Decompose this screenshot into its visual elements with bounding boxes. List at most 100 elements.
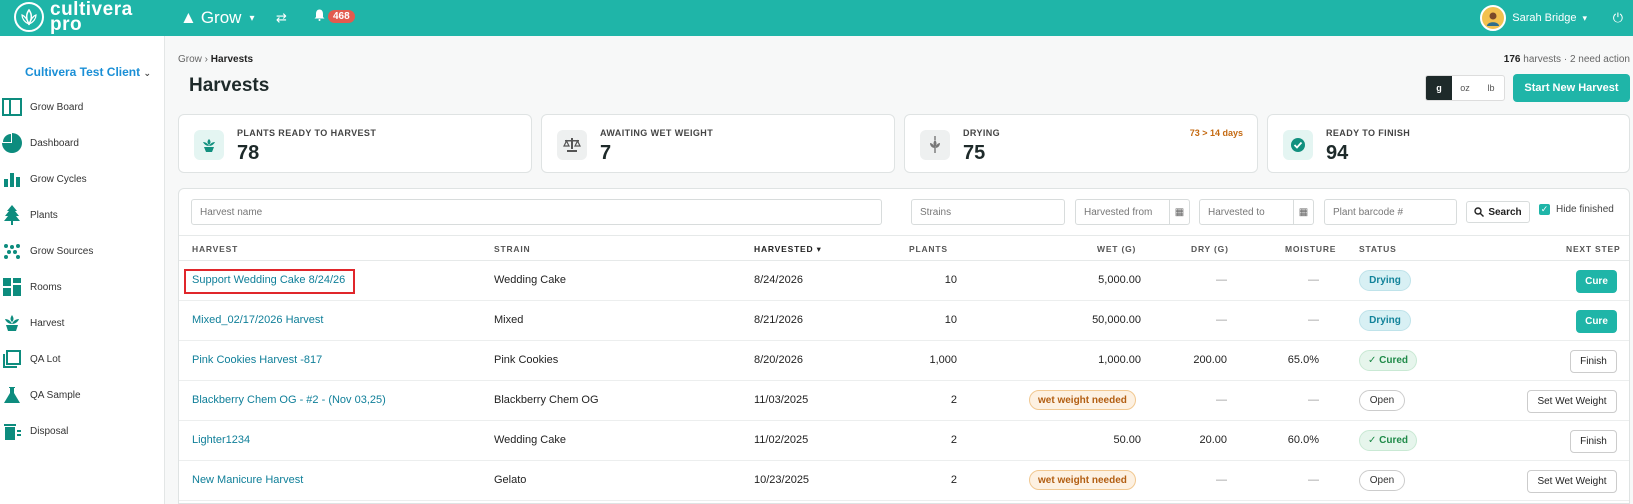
harvest-name-link[interactable]: Lighter1234 xyxy=(192,434,250,446)
strains-select[interactable]: Strains xyxy=(911,199,1065,225)
finish-button[interactable]: Finish xyxy=(1570,350,1617,373)
client-selector[interactable]: Cultivera Test Client ⌄ xyxy=(25,65,151,79)
plants-cell: 2 xyxy=(950,474,957,486)
harvested-to-input[interactable]: Harvested to ▦ xyxy=(1199,199,1314,225)
set-wet-weight-button[interactable]: Set Wet Weight xyxy=(1527,390,1617,413)
calendar-icon[interactable]: ▦ xyxy=(1293,200,1313,224)
col-harvested-label: HARVESTED xyxy=(754,244,814,254)
col-moisture[interactable]: MOISTURE xyxy=(1285,244,1336,254)
cure-button[interactable]: Cure xyxy=(1576,310,1617,333)
card-ready-to-finish[interactable]: READY TO FINISH 94 xyxy=(1267,114,1630,173)
moisture-cell: — xyxy=(1308,394,1319,406)
table-row[interactable]: Support Wedding Cake 8/24/26 Wedding Cak… xyxy=(179,261,1629,301)
table-row[interactable]: New Manicure Harvest Gelato 10/23/2025 2… xyxy=(179,461,1629,501)
hanging-plant-icon xyxy=(920,130,950,160)
hide-finished-toggle[interactable]: ✓ Hide finished xyxy=(1539,204,1614,215)
dry-cell: 20.00 xyxy=(1199,434,1227,446)
sidebar-item-qa-lot[interactable]: QA Lot xyxy=(0,346,165,372)
trash-icon xyxy=(2,421,22,441)
table-row[interactable]: Lighter1234 Wedding Cake 11/02/2025 2 50… xyxy=(179,421,1629,461)
sidebar-item-qa-sample[interactable]: QA Sample xyxy=(0,382,165,408)
dry-cell: — xyxy=(1216,274,1227,286)
start-new-harvest-button[interactable]: Start New Harvest xyxy=(1513,74,1630,102)
strain-cell: Gelato xyxy=(494,474,527,486)
wet-cell: 1,000.00 xyxy=(1098,354,1141,366)
harvested-from-input[interactable]: Harvested from ▦ xyxy=(1075,199,1190,225)
search-button[interactable]: Search xyxy=(1466,201,1530,223)
sidebar-item-harvest[interactable]: Harvest xyxy=(0,310,165,336)
dry-cell: — xyxy=(1216,314,1227,326)
col-status[interactable]: STATUS xyxy=(1359,244,1397,254)
sidebar-item-grow-board[interactable]: Grow Board xyxy=(0,94,165,120)
sidebar-item-grow-sources[interactable]: Grow Sources xyxy=(0,238,165,264)
col-plants[interactable]: PLANTS xyxy=(909,244,948,254)
pie-chart-icon xyxy=(2,133,22,153)
card-awaiting-wet-weight[interactable]: AWAITING WET WEIGHT 7 xyxy=(541,114,895,173)
seeds-icon xyxy=(2,241,22,261)
harvested-cell: 8/24/2026 xyxy=(754,274,803,286)
col-dry[interactable]: DRY (G) xyxy=(1191,244,1229,254)
harvest-name-placeholder: Harvest name xyxy=(200,206,263,218)
dry-cell: 200.00 xyxy=(1193,354,1227,366)
cure-button[interactable]: Cure xyxy=(1576,270,1617,293)
logo[interactable]: cultivera pro xyxy=(14,0,133,34)
sidebar-item-label: Dashboard xyxy=(30,137,79,149)
harvest-name-input[interactable]: Harvest name xyxy=(191,199,882,225)
breadcrumb-parent[interactable]: Grow xyxy=(178,54,202,65)
harvested-cell: 8/21/2026 xyxy=(754,314,803,326)
summary-text: harvests · 2 need action xyxy=(1523,54,1630,65)
harvest-name-link[interactable]: Mixed_02/17/2026 Harvest xyxy=(192,314,323,326)
harvest-name-link[interactable]: Pink Cookies Harvest -817 xyxy=(192,354,322,366)
sidebar-item-disposal[interactable]: Disposal xyxy=(0,418,165,444)
strain-cell: Blackberry Chem OG xyxy=(494,394,599,406)
card-label: PLANTS READY TO HARVEST xyxy=(237,128,377,138)
sidebar-item-dashboard[interactable]: Dashboard xyxy=(0,130,165,156)
card-value: 78 xyxy=(237,142,260,164)
user-name: Sarah Bridge xyxy=(1512,12,1577,24)
sidebar-item-plants[interactable]: Plants xyxy=(0,202,165,228)
table-row[interactable]: Pink Cookies Harvest -817 Pink Cookies 8… xyxy=(179,341,1629,381)
calendar-icon[interactable]: ▦ xyxy=(1169,200,1189,224)
harvest-name-link[interactable]: Support Wedding Cake 8/24/26 xyxy=(192,274,345,286)
harvest-name-link[interactable]: New Manicure Harvest xyxy=(192,474,303,486)
flask-icon xyxy=(2,385,22,405)
sidebar-item-grow-cycles[interactable]: Grow Cycles xyxy=(0,166,165,192)
col-harvest[interactable]: HARVEST xyxy=(192,244,238,254)
col-strain[interactable]: STRAIN xyxy=(494,244,530,254)
strain-cell: Wedding Cake xyxy=(494,434,566,446)
set-wet-weight-button[interactable]: Set Wet Weight xyxy=(1527,470,1617,493)
harvest-name-link[interactable]: Blackberry Chem OG - #2 - (Nov 03,25) xyxy=(192,394,386,406)
dry-cell: — xyxy=(1216,394,1227,406)
card-drying[interactable]: DRYING 75 73 > 14 days xyxy=(904,114,1258,173)
table-row[interactable]: Mixed_02/17/2026 Harvest Mixed 8/21/2026… xyxy=(179,301,1629,341)
col-wet[interactable]: WET (G) xyxy=(1097,244,1136,254)
unit-oz-button[interactable]: oz xyxy=(1452,76,1478,100)
status-badge: Drying xyxy=(1359,270,1411,291)
harvested-cell: 11/02/2025 xyxy=(754,434,809,446)
sidebar-item-label: Grow Sources xyxy=(30,245,94,257)
sidebar-item-rooms[interactable]: Rooms xyxy=(0,274,165,300)
checkbox-checked-icon[interactable]: ✓ xyxy=(1539,204,1550,215)
scale-icon xyxy=(557,130,587,160)
hide-finished-label: Hide finished xyxy=(1556,204,1614,215)
unit-g-button[interactable]: g xyxy=(1426,76,1452,100)
col-harvested[interactable]: HARVESTED ▾ xyxy=(754,244,822,255)
plant-barcode-input[interactable]: Plant barcode # xyxy=(1324,199,1457,225)
plants-cell: 10 xyxy=(944,274,957,286)
bell-icon[interactable] xyxy=(314,9,325,24)
module-menu[interactable]: ▲ Grow ▾ xyxy=(180,8,254,28)
search-icon xyxy=(1474,207,1485,217)
check-circle-icon xyxy=(1283,130,1313,160)
notification-count-badge[interactable]: 468 xyxy=(328,10,355,23)
table-row[interactable]: Blackberry Chem OG - #2 - (Nov 03,25) Bl… xyxy=(179,381,1629,421)
user-menu[interactable]: Sarah Bridge ▾ xyxy=(1480,5,1587,31)
sidebar-item-label: Rooms xyxy=(30,281,62,293)
swap-icon[interactable]: ⇄ xyxy=(276,10,287,26)
finish-button[interactable]: Finish xyxy=(1570,430,1617,453)
status-badge: Open xyxy=(1359,470,1405,491)
power-icon[interactable]: ⏻ xyxy=(1613,10,1623,26)
unit-lb-button[interactable]: lb xyxy=(1478,76,1504,100)
breadcrumb-current: Harvests xyxy=(210,54,254,65)
card-plants-ready[interactable]: PLANTS READY TO HARVEST 78 xyxy=(178,114,532,173)
moisture-cell: 60.0% xyxy=(1287,434,1319,446)
